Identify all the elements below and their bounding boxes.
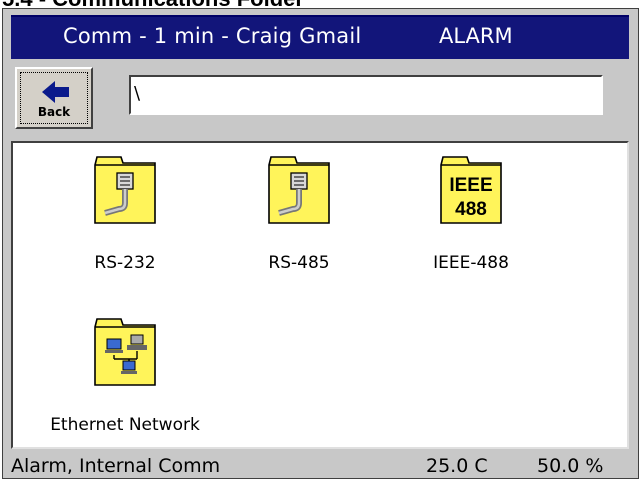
controller-window: Comm - 1 min - Craig Gmail ALARM Back \ bbox=[2, 8, 639, 479]
folder-label: RS-232 bbox=[94, 253, 156, 273]
folder-rs232[interactable]: RS-232 bbox=[35, 153, 215, 278]
folder-label: IEEE-488 bbox=[433, 253, 509, 273]
ieee-icon-text-1: IEEE bbox=[449, 175, 492, 196]
folder-browser: RS-232 RS-485 IEEE 488 IEEE-488 Ethernet… bbox=[11, 141, 629, 449]
window-title: Comm - 1 min - Craig Gmail bbox=[63, 24, 362, 48]
ieee-folder-icon: IEEE 488 bbox=[440, 156, 502, 224]
title-bar: Comm - 1 min - Craig Gmail ALARM bbox=[11, 15, 629, 59]
toolbar: Back \ bbox=[11, 63, 629, 139]
network-folder-icon bbox=[94, 318, 156, 386]
back-arrow-icon bbox=[42, 81, 69, 103]
status-message: Alarm, Internal Comm bbox=[11, 455, 221, 477]
back-button[interactable]: Back bbox=[15, 67, 93, 129]
folder-ieee488[interactable]: IEEE 488 IEEE-488 bbox=[381, 153, 561, 278]
back-button-label: Back bbox=[37, 105, 71, 119]
alarm-indicator[interactable]: ALARM bbox=[439, 24, 513, 48]
folder-rs485[interactable]: RS-485 bbox=[209, 153, 389, 278]
document-heading: 5.4 - Communications Folder bbox=[2, 0, 304, 8]
folder-label: RS-485 bbox=[268, 253, 330, 273]
humidity-readout: 50.0 % bbox=[537, 455, 604, 477]
serial-connector-folder-icon bbox=[268, 156, 330, 224]
folder-label: Ethernet Network bbox=[50, 415, 200, 435]
path-input[interactable]: \ bbox=[129, 75, 603, 115]
ieee-icon-text-2: 488 bbox=[455, 199, 487, 220]
temperature-readout: 25.0 C bbox=[426, 455, 488, 477]
status-bar: Alarm, Internal Comm 25.0 C 50.0 % bbox=[11, 451, 629, 479]
serial-connector-folder-icon bbox=[94, 156, 156, 224]
folder-ethernet-network[interactable]: Ethernet Network bbox=[35, 315, 215, 440]
